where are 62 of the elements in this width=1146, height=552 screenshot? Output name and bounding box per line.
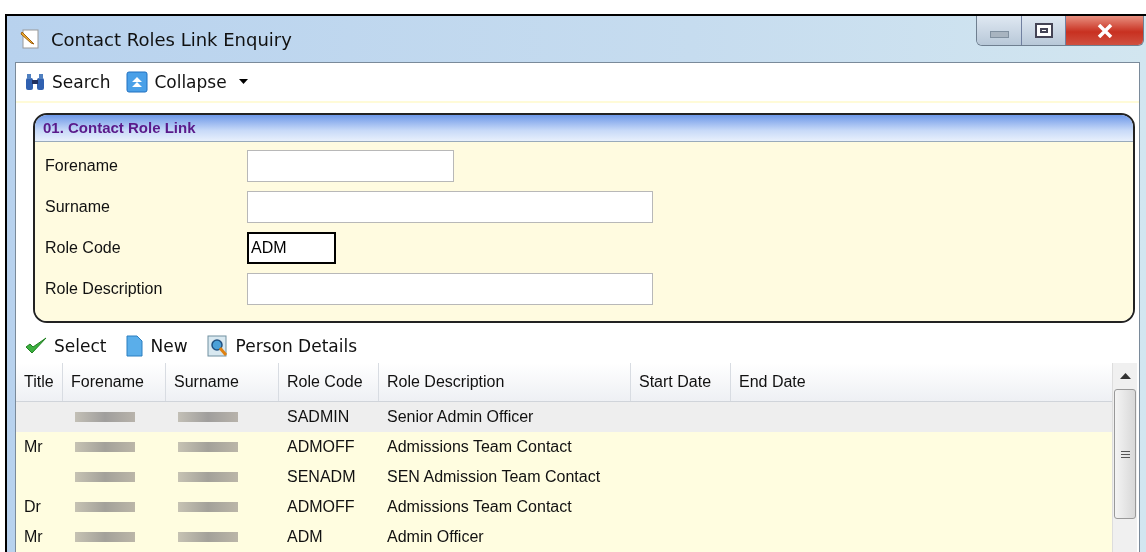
- column-header[interactable]: Surname: [166, 363, 279, 401]
- redacted-name: [178, 532, 238, 542]
- table-cell: Dr: [24, 498, 41, 515]
- caret-icon[interactable]: [238, 79, 248, 85]
- column-header[interactable]: End Date: [731, 363, 1106, 401]
- column-header[interactable]: Start Date: [631, 363, 731, 401]
- input-field[interactable]: ADM: [247, 232, 336, 265]
- table-cell: Admissions Team Contact: [387, 438, 572, 455]
- redacted-name: [75, 532, 135, 542]
- table-cell: Mr: [24, 528, 43, 545]
- panel-title: 01. Contact Role Link: [43, 119, 196, 137]
- window-title: Contact Roles Link Enquiry: [51, 28, 292, 50]
- table-row[interactable]: Mr ADM Admin Officer: [16, 522, 1112, 552]
- document-icon[interactable]: [124, 335, 145, 358]
- close-icon[interactable]: [1096, 23, 1113, 38]
- redacted-name: [178, 502, 238, 512]
- table-cell: Admin Officer: [387, 528, 484, 545]
- field-label: Forename: [45, 157, 119, 176]
- table-row[interactable]: SADMIN Senior Admin Officer: [16, 402, 1112, 432]
- redacted-name: [178, 442, 238, 452]
- maximize-button[interactable]: [1022, 16, 1066, 45]
- table-row[interactable]: Dr ADMOFF Admissions Team Contact: [16, 492, 1112, 522]
- select-button[interactable]: Select: [22, 334, 109, 359]
- redacted-name: [75, 472, 135, 482]
- collapse-button[interactable]: Collapse: [124, 68, 250, 95]
- redacted-name: [75, 442, 135, 452]
- table-row[interactable]: SENADM SEN Admission Team Contact: [16, 462, 1112, 492]
- field-label: Surname: [45, 198, 111, 217]
- redacted-name: [75, 412, 135, 422]
- redacted-name: [75, 502, 135, 512]
- binoculars-icon[interactable]: [24, 71, 46, 92]
- table-cell: SEN Admission Team Contact: [387, 468, 601, 485]
- scroll-up-icon[interactable]: [1119, 373, 1131, 379]
- person-button[interactable]: Person Details: [203, 332, 359, 361]
- redacted-name: [178, 472, 238, 482]
- table-cell: ADMOFF: [287, 438, 355, 455]
- collapse-icon[interactable]: [126, 70, 149, 93]
- vertical-scrollbar[interactable]: [1112, 363, 1137, 552]
- field-label: Role Code: [45, 239, 122, 258]
- input-field[interactable]: [247, 273, 653, 306]
- new-button[interactable]: New: [122, 333, 190, 360]
- table-cell: ADM: [287, 528, 323, 545]
- input-field[interactable]: [247, 150, 454, 183]
- column-header[interactable]: Role Description: [379, 363, 631, 401]
- table-cell: Admissions Team Contact: [387, 498, 572, 515]
- scroll-thumb[interactable]: [1114, 389, 1136, 519]
- table-cell: SENADM: [287, 468, 356, 485]
- input-field[interactable]: [247, 191, 653, 224]
- table-cell: Mr: [24, 438, 43, 455]
- magnifier-icon[interactable]: [205, 334, 230, 359]
- table-cell: SADMIN: [287, 408, 350, 425]
- field-label: Role Description: [45, 280, 164, 299]
- close-button[interactable]: [1066, 16, 1143, 45]
- table-cell: ADMOFF: [287, 498, 355, 515]
- redacted-name: [178, 412, 238, 422]
- column-header[interactable]: Forename: [63, 363, 166, 401]
- table-cell: Senior Admin Officer: [387, 408, 534, 425]
- pencil-document-icon: [19, 28, 41, 50]
- column-header[interactable]: Role Code: [279, 363, 379, 401]
- column-header[interactable]: Title: [16, 363, 63, 401]
- table-row[interactable]: Mr ADMOFF Admissions Team Contact: [16, 432, 1112, 462]
- search-button[interactable]: Search: [22, 69, 113, 94]
